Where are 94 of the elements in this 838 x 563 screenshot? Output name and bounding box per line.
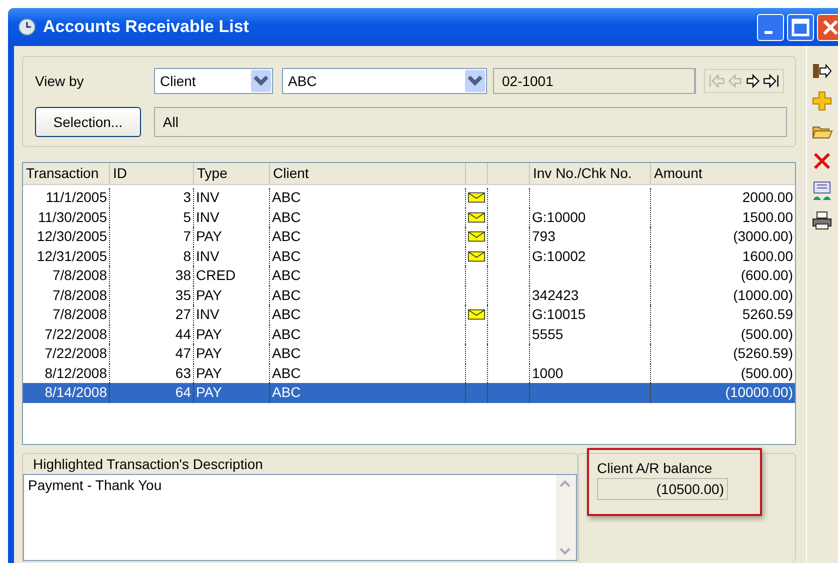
table-cell: ABC xyxy=(269,324,465,344)
table-cell: INV xyxy=(193,208,269,227)
next-record-icon[interactable] xyxy=(745,73,761,89)
table-cell-text: 7/22/2008 xyxy=(44,324,108,344)
table-cell: PAY xyxy=(193,286,269,305)
table-row[interactable]: 7/8/2008 38 CRED ABC (600.00) xyxy=(23,266,795,286)
table-row[interactable]: 12/31/2005 8 INV ABC G:10002 1600.00 xyxy=(23,246,795,266)
table-cell: 5555 xyxy=(529,324,650,344)
table-cell: PAY xyxy=(193,344,269,364)
table-cell: 47 xyxy=(109,344,193,364)
client-code-field: 02-1001 xyxy=(493,68,696,94)
column-header[interactable]: ID xyxy=(109,163,193,184)
delete-icon[interactable] xyxy=(811,150,833,172)
table-cell: 3 xyxy=(109,188,193,208)
table-cell-text: 8/14/2008 xyxy=(44,383,108,402)
close-button[interactable] xyxy=(817,14,838,40)
table-cell: ABC xyxy=(269,383,465,402)
table-cell: G:10002 xyxy=(529,246,650,266)
table-row[interactable]: 12/30/2005 7 PAY ABC 793 (3000.00) xyxy=(23,227,795,246)
client-dropdown[interactable]: ABC xyxy=(282,68,487,94)
table-cell: INV xyxy=(193,246,269,266)
clock-icon xyxy=(18,18,36,36)
table-cell-text: 8/12/2008 xyxy=(44,364,108,382)
plus-icon[interactable] xyxy=(811,90,833,112)
maximize-button[interactable] xyxy=(787,14,814,40)
table-cell: 2000.00 xyxy=(650,188,795,208)
table-cell-text: 7/8/2008 xyxy=(52,305,108,324)
selection-button[interactable]: Selection... xyxy=(35,107,141,137)
table-cell: 1500.00 xyxy=(650,208,795,227)
table-cell: G:10015 xyxy=(529,305,650,324)
table-cell: G:10000 xyxy=(529,208,650,227)
table-cell: (500.00) xyxy=(650,324,795,344)
column-header[interactable]: Amount xyxy=(650,163,795,184)
table-cell: 27 xyxy=(109,305,193,324)
table-cell: 342423 xyxy=(529,286,650,305)
table-cell-text: 7/8/2008 xyxy=(52,286,108,304)
table-cell: (1000.00) xyxy=(650,286,795,305)
table-cell: ABC xyxy=(269,305,465,324)
table-row[interactable]: 11/30/2005 5 INV ABC G:10000 1500.00 xyxy=(23,208,795,227)
table-cell: 1600.00 xyxy=(650,246,795,266)
view-by-label: View by xyxy=(35,73,85,89)
table-cell: PAY xyxy=(193,324,269,344)
last-record-icon[interactable] xyxy=(763,73,779,89)
table-cell: 35 xyxy=(109,286,193,305)
column-header[interactable]: Client xyxy=(269,163,465,184)
balance-label: Client A/R balance xyxy=(597,460,714,476)
column-header[interactable]: Transaction xyxy=(23,163,109,184)
table-cell: ABC xyxy=(269,188,465,208)
table-row[interactable]: 7/8/2008 35 PAY ABC 342423 (1000.00) xyxy=(23,286,795,305)
table-cell: INV xyxy=(193,305,269,324)
table-cell: ABC xyxy=(269,266,465,286)
table-cell: 5 xyxy=(109,208,193,227)
balance-field: (10500.00) xyxy=(597,478,728,500)
table-cell-text: 12/30/2005 xyxy=(36,227,108,246)
table-cell-text: 11/1/2005 xyxy=(44,188,108,207)
minimize-button[interactable] xyxy=(757,14,784,40)
table-cell-text: 12/31/2005 xyxy=(36,246,108,266)
table-cell: (600.00) xyxy=(650,266,795,286)
table-cell: 8 xyxy=(109,246,193,266)
table-cell: ABC xyxy=(269,246,465,266)
minimize-icon xyxy=(764,30,773,34)
table-cell-text: 7/8/2008 xyxy=(52,266,108,285)
table-row[interactable]: 7/22/2008 44 PAY ABC 5555 (500.00) xyxy=(23,324,795,344)
table-cell: (3000.00) xyxy=(650,227,795,246)
table-cell: PAY xyxy=(193,383,269,402)
column-header[interactable]: Inv No./Chk No. xyxy=(529,163,650,184)
table-cell: 64 xyxy=(109,383,193,402)
table-row[interactable]: 8/14/2008 64 PAY ABC (10000.00) xyxy=(23,383,795,402)
table-cell: 7 xyxy=(109,227,193,246)
window-title: Accounts Receivable List xyxy=(43,17,250,37)
table-cell-text: 7/22/2008 xyxy=(44,344,108,363)
printer-icon[interactable] xyxy=(811,210,833,232)
description-field[interactable]: Payment - Thank You xyxy=(23,474,577,561)
table-row[interactable]: 7/22/2008 47 PAY ABC (5260.59) xyxy=(23,344,795,364)
table-cell-text: 11/30/2005 xyxy=(36,208,108,226)
selection-field: All xyxy=(154,107,787,137)
table-cell: ABC xyxy=(269,344,465,364)
table-cell: ABC xyxy=(269,208,465,227)
table-cell: INV xyxy=(193,188,269,208)
table-cell: (10000.00) xyxy=(650,383,795,402)
view-by-dropdown[interactable]: Client xyxy=(154,68,273,94)
column-header[interactable]: Type xyxy=(193,163,269,184)
table-cell: 44 xyxy=(109,324,193,344)
table-cell: PAY xyxy=(193,227,269,246)
table-cell: 793 xyxy=(529,227,650,246)
table-row[interactable]: 7/8/2008 27 INV ABC G:10015 5260.59 xyxy=(23,305,795,324)
table-cell: (5260.59) xyxy=(650,344,795,364)
table-cell: ABC xyxy=(269,227,465,246)
table-cell: ABC xyxy=(269,286,465,305)
table-cell: 5260.59 xyxy=(650,305,795,324)
table-row[interactable]: 11/1/2005 3 INV ABC 2000.00 xyxy=(23,188,795,208)
table-cell: 38 xyxy=(109,266,193,286)
table-cell: CRED xyxy=(193,266,269,286)
description-title: Highlighted Transaction's Description xyxy=(33,456,263,472)
